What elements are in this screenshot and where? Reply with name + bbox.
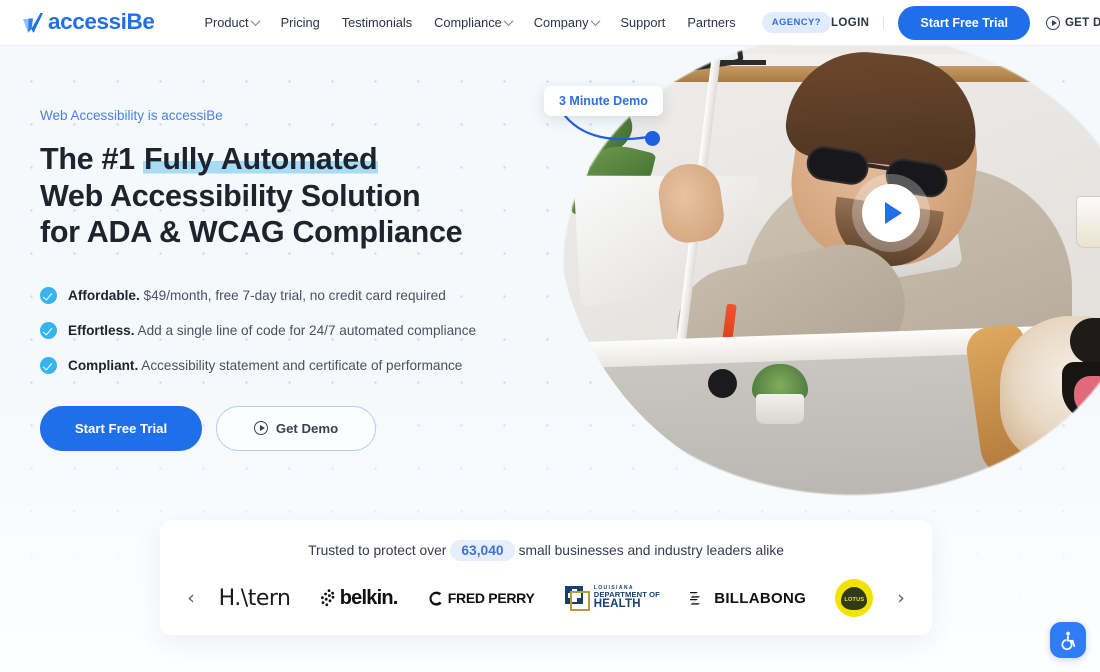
logo-billabong[interactable]: BILLABONG [689, 590, 806, 607]
decorative-dark-circle [708, 369, 737, 398]
logo-billabong-text: BILLABONG [714, 589, 807, 607]
hero-start-free-trial-button[interactable]: Start Free Trial [40, 405, 202, 451]
bullet-rest: Accessibility statement and certificate … [138, 357, 463, 373]
hero-get-demo-button[interactable]: Get Demo [216, 405, 376, 451]
nav-link-compliance-label: Compliance [434, 15, 502, 30]
chevron-down-icon [250, 16, 261, 27]
headline-line-1: The #1 Fully Automated [40, 142, 379, 176]
trusted-headline: Trusted to protect over 63,040 small busin… [160, 520, 932, 561]
nav-get-demo-link[interactable]: GET DEMO [1045, 15, 1100, 30]
nav-link-product-label: Product [204, 15, 249, 30]
accessibe-homepage: 3 Minute Demo accessiBe Product Pricing … [0, 0, 1100, 672]
nav-actions: LOGIN Start Free Trial GET DEMO [831, 5, 1100, 40]
nav-link-company[interactable]: Company [533, 15, 600, 30]
hero-get-demo-label: Get Demo [275, 420, 339, 436]
logo-hstern[interactable]: H.\tern [219, 586, 291, 611]
hero-video-play-button[interactable] [862, 184, 920, 242]
hero-eyebrow: Web Accessibility is accessiBe [40, 108, 223, 123]
logo-lotus-text: LOTUS [841, 586, 868, 610]
play-circle-icon [1045, 15, 1060, 30]
headline-highlight: Fully Automated [143, 142, 379, 176]
bullet-text: Affordable. $49/month, free 7-day trial,… [68, 288, 446, 303]
logo-louisiana-text: LOUISIANA DEPARTMENT OF HEALTH [593, 585, 660, 610]
fred-perry-laurel-icon [429, 591, 442, 606]
hero-headline: The #1 Fully Automated Web Accessibility… [40, 141, 560, 251]
nav-get-demo-label: GET DEMO [1064, 16, 1100, 29]
accessibe-logo[interactable]: accessiBe [22, 11, 155, 34]
check-circle-icon [40, 286, 57, 304]
bullet-rest: $49/month, free 7-day trial, no credit c… [139, 287, 446, 303]
top-navigation-bar: accessiBe Product Pricing Testimonials C… [0, 0, 1100, 46]
agency-badge[interactable]: AGENCY? [761, 12, 831, 33]
logo-hstern-text: H.\tern [218, 585, 291, 611]
bullet-rest: Add a single line of code for 24/7 autom… [134, 322, 477, 338]
nav-start-free-trial-button[interactable]: Start Free Trial [898, 5, 1030, 40]
bullet-bold-label: Effortless. [68, 322, 135, 338]
play-circle-icon [253, 421, 268, 435]
nav-link-support[interactable]: Support [621, 15, 666, 30]
logo-louisiana-line3: HEALTH [593, 597, 641, 610]
check-circle-icon [40, 356, 57, 374]
chevron-down-icon [590, 16, 600, 27]
bullet-compliant: Compliant. Accessibility statement and c… [40, 356, 560, 374]
headline-prefix: The #1 [40, 142, 143, 176]
belkin-dots-icon [320, 589, 335, 607]
logo-belkin[interactable]: belkin. [320, 587, 398, 610]
logo-fred-perry[interactable]: FRED PERRY [427, 590, 535, 607]
nav-link-pricing[interactable]: Pricing [281, 15, 320, 30]
headline-line-3: for ADA & WCAG Compliance [40, 215, 463, 249]
accessibe-logo-text: accessiBe [48, 9, 155, 35]
lotus-badge: LOTUS [835, 579, 874, 617]
nav-link-product[interactable]: Product [204, 15, 261, 30]
customer-counter: 63,040 [450, 540, 515, 561]
tooltip-connector-dot [645, 131, 660, 146]
three-minute-demo-tooltip[interactable]: 3 Minute Demo [544, 86, 663, 116]
bullet-effortless: Effortless. Add a single line of code fo… [40, 321, 560, 339]
bullet-text: Effortless. Add a single line of code fo… [68, 323, 476, 338]
check-circle-icon [40, 321, 57, 339]
chevron-down-icon [503, 16, 514, 27]
bullet-affordable: Affordable. $49/month, free 7-day trial,… [40, 286, 560, 304]
logo-fred-perry-text: FRED PERRY [447, 590, 535, 606]
trusted-tail: small businesses and industry leaders al… [518, 543, 784, 558]
accessibility-widget-button[interactable] [1050, 622, 1086, 658]
hero-cta-row: Start Free Trial Get Demo [40, 405, 560, 451]
login-link[interactable]: LOGIN [831, 16, 885, 29]
logo-belkin-text: belkin. [339, 586, 399, 609]
nav-links: Product Pricing Testimonials Compliance … [205, 12, 831, 33]
nav-link-compliance[interactable]: Compliance [434, 15, 514, 30]
carousel-next-button[interactable]: › [888, 588, 914, 608]
carousel-prev-button[interactable]: ‹ [178, 588, 204, 608]
logo-lotus[interactable]: LOTUS [835, 579, 874, 617]
nav-link-company-label: Company [533, 15, 589, 30]
logo-carousel: ‹ H.\tern belkin. FRED PERRY LOUISIANA D… [160, 575, 932, 621]
nav-link-partners[interactable]: Partners [687, 15, 735, 30]
accessibe-checkmark-logo-icon [23, 12, 43, 33]
trusted-lead: Trusted to protect over [308, 543, 447, 558]
bullet-bold-label: Affordable. [68, 287, 140, 303]
tooltip-connector-line [560, 110, 650, 141]
hero-bullet-list: Affordable. $49/month, free 7-day trial,… [40, 286, 560, 374]
logo-louisiana-department-of-health[interactable]: LOUISIANA DEPARTMENT OF HEALTH [564, 585, 660, 611]
hero-copy: Web Accessibility is accessiBe The #1 Fu… [40, 108, 560, 451]
bullet-bold-label: Compliant. [68, 357, 139, 373]
logo-carousel-track: H.\tern belkin. FRED PERRY LOUISIANA DEP… [204, 579, 888, 617]
louisiana-health-cross-icon [564, 586, 590, 611]
headline-line-2: Web Accessibility Solution [40, 178, 421, 213]
wheelchair-accessibility-icon [1061, 631, 1075, 650]
bullet-text: Compliant. Accessibility statement and c… [68, 358, 462, 373]
trusted-by-card: Trusted to protect over 63,040 small busin… [160, 520, 932, 635]
billabong-waves-icon [690, 592, 701, 605]
nav-link-testimonials[interactable]: Testimonials [342, 15, 412, 30]
